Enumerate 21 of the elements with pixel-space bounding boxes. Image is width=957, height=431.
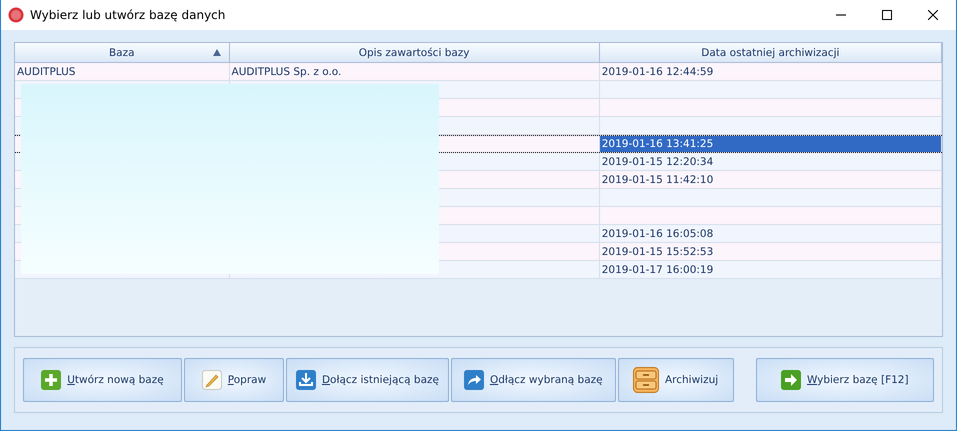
table-cell: AUDITPLUS bbox=[17, 66, 76, 78]
window-title: Wybierz lub utwórz bazę danych bbox=[30, 8, 226, 22]
table-cell[interactable]: 2019-01-16 12:44:59 bbox=[600, 63, 942, 80]
download-icon bbox=[296, 370, 316, 390]
maximize-icon bbox=[882, 10, 892, 20]
plus-icon bbox=[41, 370, 62, 390]
close-icon bbox=[928, 10, 938, 20]
column-header[interactable]: Baza bbox=[15, 43, 230, 62]
table-cell[interactable]: 2019-01-16 13:41:25 bbox=[600, 136, 942, 152]
action-button[interactable]: Archiwizuj bbox=[618, 358, 734, 402]
pencil-icon bbox=[202, 370, 222, 390]
app-logo-icon bbox=[8, 7, 24, 23]
column-header[interactable]: Data ostatniej archiwizacji bbox=[600, 43, 942, 62]
table-cell: AUDITPLUS Sp. z o.o. bbox=[232, 66, 342, 78]
action-button[interactable]: Utwórz nową bazę bbox=[23, 358, 182, 402]
drawer-cabinet-icon bbox=[632, 367, 659, 393]
action-button[interactable]: Odłącz wybraną bazę bbox=[450, 358, 616, 402]
action-button[interactable]: Wybierz bazę [F12] bbox=[756, 358, 934, 402]
column-header[interactable]: Opis zawartości bazy bbox=[230, 43, 600, 62]
action-button[interactable]: Dołącz istniejącą bazę bbox=[286, 358, 449, 402]
action-button[interactable]: Popraw bbox=[184, 358, 284, 402]
